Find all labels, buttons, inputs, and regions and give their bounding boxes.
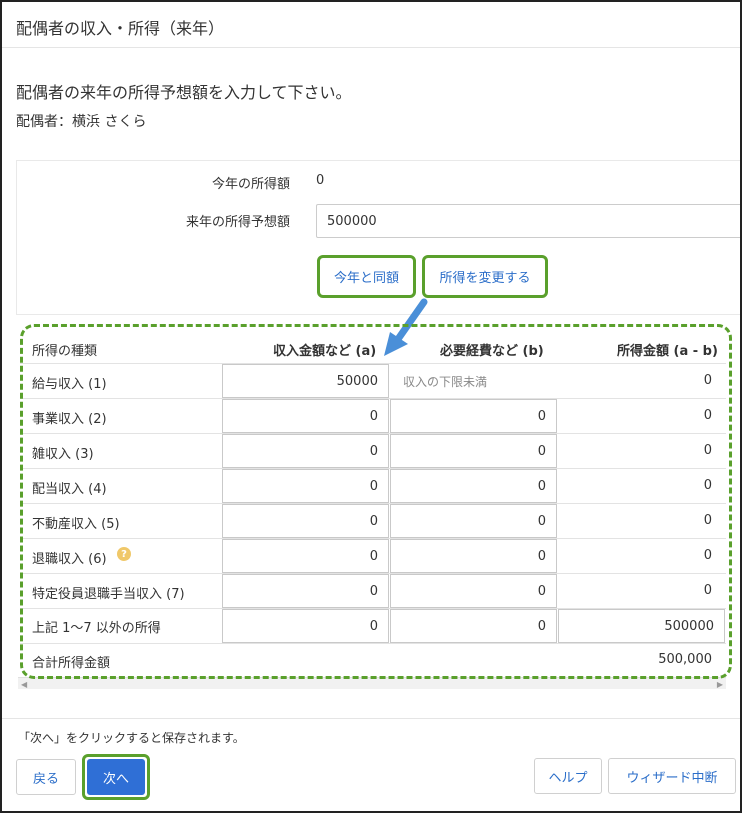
misc-income-input[interactable]: 0 [222,434,389,468]
spouse-label: 配偶者： [16,114,72,130]
row-label-dividend: 配当収入 (4) [32,482,107,497]
row-label-other: 上記 1〜7 以外の所得 [32,621,161,636]
other-net-input[interactable]: 500000 [558,609,725,643]
same-as-this-year-button[interactable]: 今年と同額 [322,260,411,293]
page-title: 配偶者の収入・所得（来年） [16,19,225,38]
help-button[interactable]: ヘルプ [534,758,602,794]
business-income-input[interactable]: 0 [222,399,389,433]
col-header-type: 所得の種類 [32,344,98,359]
row-label-business: 事業収入 (2) [32,412,107,427]
next-button[interactable]: 次へ [87,759,145,795]
misc-net-value: 0 [703,443,712,458]
spouse-name: 横浜 さくら [72,114,147,130]
header: 配偶者の収入・所得（来年） [2,2,740,48]
total-income-label: 合計所得金額 [32,656,111,671]
dividend-expenses-input[interactable]: 0 [390,469,557,503]
retirement-net-value: 0 [703,548,712,563]
executive-retirement-net-value: 0 [703,583,712,598]
save-note: 「次へ」をクリックすると保存されます。 [18,731,245,745]
horizontal-scrollbar[interactable]: ◀ ▶ [18,677,726,689]
salary-net-value: 0 [703,373,712,388]
back-button[interactable]: 戻る [16,759,76,795]
this-year-income-value: 0 [316,173,325,188]
row-label-executive-retirement: 特定役員退職手当収入 (7) [32,587,185,602]
salary-expenses-text: 収入の下限未満 [403,375,488,389]
col-header-expenses: 必要経費など (b) [440,344,544,359]
help-icon[interactable]: ? [117,547,131,561]
spouse-info: 配偶者：横浜 さくら [16,111,146,131]
retirement-expenses-input[interactable]: 0 [390,539,557,573]
misc-expenses-input[interactable]: 0 [390,434,557,468]
real-estate-income-input[interactable]: 0 [222,504,389,538]
real-estate-expenses-input[interactable]: 0 [390,504,557,538]
dividend-net-value: 0 [703,478,712,493]
row-label-salary: 給与収入 (1) [32,377,107,392]
scroll-left-icon[interactable]: ◀ [21,680,27,689]
scroll-right-icon[interactable]: ▶ [717,680,723,689]
executive-retirement-expenses-input[interactable]: 0 [390,574,557,608]
executive-retirement-income-input[interactable]: 0 [222,574,389,608]
other-income-input[interactable]: 0 [222,609,389,643]
change-income-button[interactable]: 所得を変更する [427,260,543,293]
next-year-income-label: 来年の所得予想額 [185,215,290,230]
col-header-net: 所得金額 (a - b) [617,344,718,359]
total-income-value: 500,000 [658,652,712,667]
other-expenses-input[interactable]: 0 [390,609,557,643]
real-estate-net-value: 0 [703,513,712,528]
abort-wizard-button[interactable]: ウィザード中断 [608,758,736,794]
instruction-text: 配偶者の来年の所得予想額を入力して下さい。 [16,83,352,102]
row-divider [20,643,726,644]
business-net-value: 0 [703,408,712,423]
salary-income-input[interactable]: 50000 [222,364,389,398]
business-expenses-input[interactable]: 0 [390,399,557,433]
row-label-real-estate: 不動産収入 (5) [32,517,120,532]
this-year-income-label: 今年の所得額 [211,177,290,192]
row-label-misc: 雑収入 (3) [32,447,94,462]
row-label-retirement: 退職収入 (6) [32,552,107,567]
footer-divider [2,718,740,719]
wizard-window: 配偶者の収入・所得（来年） 配偶者の来年の所得予想額を入力して下さい。 配偶者：… [0,0,742,813]
retirement-income-input[interactable]: 0 [222,539,389,573]
col-header-income: 収入金額など (a) [273,344,377,359]
next-year-income-input[interactable]: 500000 [316,204,740,238]
dividend-income-input[interactable]: 0 [222,469,389,503]
